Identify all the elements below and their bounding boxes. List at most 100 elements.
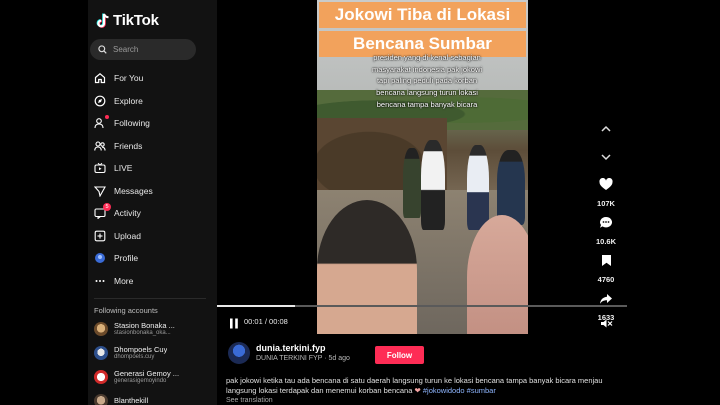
following-account-item[interactable]: Stasion Bonaka ... stasionbonaka_oka... bbox=[94, 322, 212, 337]
comment-count: 10.6K bbox=[596, 237, 617, 246]
nav-label: Friends bbox=[114, 140, 143, 151]
pause-icon bbox=[230, 318, 238, 329]
video-figure bbox=[467, 215, 528, 334]
account-handle: generasigemoyindo bbox=[114, 378, 167, 385]
nav-label: Upload bbox=[114, 230, 141, 241]
video-progress-fill bbox=[217, 305, 295, 307]
comment-icon bbox=[600, 216, 613, 228]
nav-label: Explore bbox=[114, 95, 143, 106]
avatar bbox=[94, 370, 108, 385]
following-account-item[interactable]: Blanthekill bbox=[94, 394, 212, 405]
video-caption: pak jokowi ketika tau ada bencana di sat… bbox=[226, 376, 621, 396]
nav-upload[interactable]: Upload bbox=[94, 225, 212, 248]
creator-meta: DUNIA TERKINI FYP · 5d ago bbox=[256, 355, 350, 362]
search-icon bbox=[98, 45, 107, 54]
nav-label: Following bbox=[114, 118, 150, 129]
nav-label: For You bbox=[114, 73, 144, 84]
activity-badge: 5 bbox=[103, 203, 111, 212]
previous-video-button[interactable] bbox=[601, 120, 611, 138]
see-translation-link[interactable]: See translation bbox=[226, 397, 273, 404]
comment-button[interactable] bbox=[599, 216, 613, 234]
nav-profile[interactable]: Profile bbox=[94, 247, 212, 270]
nav-following[interactable]: Following bbox=[94, 112, 212, 135]
nav-label: Messages bbox=[114, 185, 153, 196]
chevron-up-icon bbox=[601, 125, 611, 132]
creator-username[interactable]: dunia.terkini.fyp bbox=[256, 343, 326, 353]
pause-button[interactable] bbox=[229, 316, 239, 334]
video-actions: 107K 10.6K 4760 1633 bbox=[596, 120, 616, 330]
creator-avatar[interactable] bbox=[228, 342, 250, 364]
nav-explore[interactable]: Explore bbox=[94, 90, 212, 113]
save-count: 4760 bbox=[597, 275, 615, 284]
chevron-down-icon bbox=[601, 154, 611, 161]
meta-separator: · bbox=[324, 355, 327, 362]
video-figure bbox=[403, 148, 421, 218]
sidebar: TikTok For You Explore Following bbox=[88, 0, 217, 405]
following-icon bbox=[94, 115, 109, 129]
activity-icon: 5 bbox=[94, 203, 111, 220]
avatar bbox=[94, 394, 108, 405]
profile-icon bbox=[94, 252, 106, 264]
post-age: 5d ago bbox=[328, 355, 350, 362]
like-count: 107K bbox=[597, 199, 615, 208]
account-name: Dhompoels Cuy bbox=[114, 346, 168, 354]
notification-dot bbox=[105, 115, 109, 120]
friends-icon bbox=[94, 140, 106, 152]
next-video-button[interactable] bbox=[601, 148, 611, 166]
nav-label: Profile bbox=[114, 253, 139, 264]
following-account-item[interactable]: Generasi Gemoy ... generasigemoyindo bbox=[94, 370, 212, 385]
upload-icon bbox=[94, 230, 106, 242]
share-count: 1633 bbox=[597, 313, 615, 322]
video-overlay-text: presiden yang di kenal sebagian masyarak… bbox=[371, 53, 483, 109]
tiktok-logo[interactable]: TikTok bbox=[96, 12, 159, 29]
bookmark-icon bbox=[601, 255, 611, 266]
sidebar-divider bbox=[94, 298, 206, 299]
caption-emoji-icon: ❤ bbox=[414, 386, 421, 395]
video-progress-bar[interactable] bbox=[217, 305, 627, 307]
nav-more[interactable]: More bbox=[94, 270, 212, 293]
nav-live[interactable]: LIVE bbox=[94, 157, 212, 180]
search-bar[interactable] bbox=[90, 39, 196, 60]
heart-icon bbox=[599, 177, 613, 190]
tiktok-logo-icon bbox=[96, 13, 109, 28]
video-figure bbox=[467, 145, 489, 230]
account-handle: stasionbonaka_oka... bbox=[114, 330, 171, 337]
avatar bbox=[94, 346, 108, 361]
account-name: Blanthekill bbox=[114, 396, 149, 405]
creator-display-name: DUNIA TERKINI FYP bbox=[256, 355, 323, 362]
account-name: Stasion Bonaka ... bbox=[114, 322, 175, 330]
live-icon bbox=[94, 162, 106, 174]
video-time: 00:01 / 00:08 bbox=[244, 317, 288, 326]
nav-activity[interactable]: 5 Activity bbox=[94, 202, 212, 225]
share-icon bbox=[600, 294, 612, 304]
nav-friends[interactable]: Friends bbox=[94, 135, 212, 158]
more-icon bbox=[94, 275, 106, 287]
nav-label: Activity bbox=[114, 208, 141, 219]
compass-icon bbox=[94, 95, 106, 107]
nav-messages[interactable]: Messages bbox=[94, 180, 212, 203]
following-accounts-title: Following accounts bbox=[94, 306, 158, 315]
follow-button[interactable]: Follow bbox=[375, 346, 424, 364]
nav-for-you[interactable]: For You bbox=[94, 67, 212, 90]
video-figure bbox=[421, 140, 445, 230]
left-gutter bbox=[0, 0, 88, 405]
right-gutter bbox=[627, 0, 720, 405]
caption-hashtags[interactable]: #jokowidodo #sumbar bbox=[423, 386, 496, 395]
save-button[interactable] bbox=[601, 254, 612, 272]
video-frame[interactable]: Jokowi Tiba di Lokasi Bencana Sumbar pre… bbox=[317, 0, 528, 334]
home-icon bbox=[94, 72, 106, 84]
search-input[interactable] bbox=[113, 45, 193, 54]
video-player[interactable]: Jokowi Tiba di Lokasi Bencana Sumbar pre… bbox=[217, 0, 627, 334]
video-figure bbox=[317, 200, 417, 334]
share-button[interactable] bbox=[599, 292, 613, 310]
messages-icon bbox=[94, 185, 106, 197]
avatar bbox=[94, 322, 108, 337]
video-figure bbox=[497, 150, 525, 225]
account-handle: dhompoels.cuy bbox=[114, 354, 155, 361]
nav-label: More bbox=[114, 275, 134, 286]
nav-label: LIVE bbox=[114, 163, 133, 174]
app-name: TikTok bbox=[113, 12, 159, 29]
main-nav: For You Explore Following Friends LIVE M… bbox=[94, 67, 212, 292]
like-button[interactable] bbox=[599, 177, 613, 196]
following-account-item[interactable]: Dhompoels Cuy dhompoels.cuy bbox=[94, 346, 212, 361]
